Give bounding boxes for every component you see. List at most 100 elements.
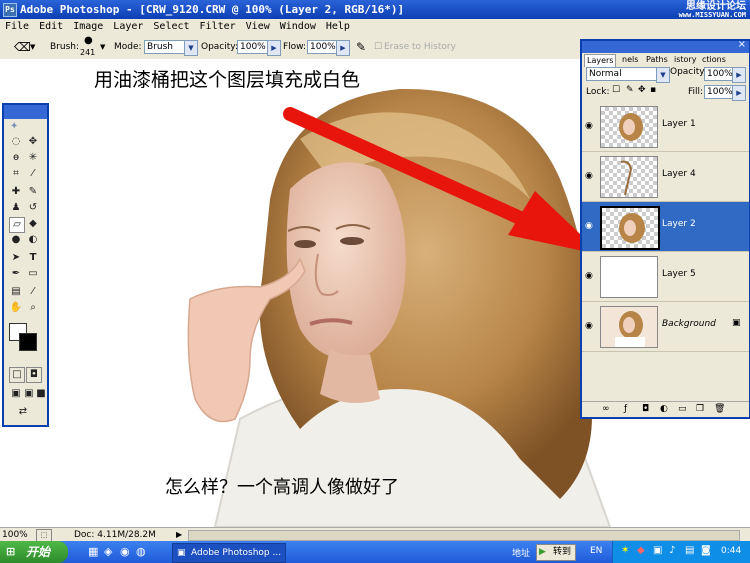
- blur-tool-icon[interactable]: ●: [9, 233, 23, 247]
- tab-layers[interactable]: Layers: [584, 54, 617, 67]
- layer-mask-icon[interactable]: ◘: [642, 402, 649, 416]
- menu-filter[interactable]: Filter: [195, 19, 241, 35]
- lasso-tool-icon[interactable]: ɵ: [9, 151, 23, 165]
- layer-row[interactable]: ◉ Layer 4: [582, 152, 749, 202]
- standard-mode-icon[interactable]: □: [9, 367, 25, 383]
- task-photoshop[interactable]: ▣ Adobe Photoshop ...: [172, 543, 286, 563]
- jump-to-imageready-icon[interactable]: ⇄: [16, 405, 30, 419]
- language-indicator[interactable]: EN: [590, 546, 602, 556]
- layers-panel-header[interactable]: ×: [582, 39, 749, 53]
- hand-tool-icon[interactable]: ✋: [9, 301, 23, 315]
- layer-opacity-input[interactable]: 100%: [704, 67, 734, 81]
- clock[interactable]: 0:44: [721, 546, 741, 556]
- fill-input[interactable]: 100%: [704, 85, 734, 99]
- lock-move-icon[interactable]: ✥: [638, 85, 646, 95]
- opacity-input[interactable]: 100%: [237, 40, 269, 54]
- tab-paths[interactable]: Paths: [644, 54, 670, 66]
- mode-chevron-icon[interactable]: ▼: [184, 40, 198, 56]
- brush-picker-chevron-icon[interactable]: ▼: [100, 35, 105, 59]
- lock-paint-icon[interactable]: ✎: [626, 85, 634, 95]
- tray-icon[interactable]: ✶: [621, 545, 629, 556]
- shape-tool-icon[interactable]: ▭: [26, 267, 40, 281]
- notes-tool-icon[interactable]: ▤: [9, 285, 23, 299]
- visibility-eye-icon[interactable]: ◉: [585, 221, 593, 231]
- opacity-arrow-icon[interactable]: ▶: [267, 40, 281, 56]
- menu-select[interactable]: Select: [148, 19, 194, 35]
- crop-tool-icon[interactable]: ⌗: [9, 167, 23, 181]
- tab-history[interactable]: istory: [672, 54, 698, 66]
- menu-edit[interactable]: Edit: [34, 19, 68, 35]
- eraser-tool-icon[interactable]: ⌫: [14, 35, 31, 59]
- status-arrow-icon[interactable]: ▶: [176, 528, 182, 542]
- move-tool-icon[interactable]: ✥: [26, 135, 40, 149]
- eraser-tool-icon[interactable]: ▱: [9, 217, 25, 233]
- tray-icon[interactable]: ◙: [701, 545, 711, 556]
- quick-mask-icon[interactable]: ◘: [26, 367, 42, 383]
- layer-row[interactable]: ◉ Layer 1: [582, 102, 749, 152]
- menu-file[interactable]: File: [0, 19, 34, 35]
- blend-mode-select[interactable]: Normal: [586, 67, 660, 81]
- new-group-icon[interactable]: ▭: [678, 402, 687, 416]
- lock-all-icon[interactable]: ▪: [650, 85, 656, 95]
- tab-actions[interactable]: ctions: [700, 54, 728, 66]
- show-desktop-icon[interactable]: ▦: [88, 545, 98, 558]
- volume-icon[interactable]: ♪: [669, 545, 675, 556]
- path-select-icon[interactable]: ➤: [9, 251, 23, 265]
- magic-wand-icon[interactable]: ✳: [26, 151, 40, 165]
- zoom-tool-icon[interactable]: ⌕: [26, 301, 40, 315]
- history-brush-icon[interactable]: ↺: [26, 201, 40, 215]
- adjustment-layer-icon[interactable]: ◐: [660, 402, 668, 416]
- visibility-eye-icon[interactable]: ◉: [585, 171, 593, 181]
- screen-mode-standard-icon[interactable]: ▣: [9, 387, 23, 401]
- visibility-eye-icon[interactable]: ◉: [585, 121, 593, 131]
- slice-tool-icon[interactable]: ⁄: [26, 167, 40, 181]
- link-layers-icon[interactable]: ∞: [602, 402, 610, 416]
- airbrush-icon[interactable]: ✎: [356, 35, 366, 59]
- quicklaunch-icon[interactable]: ◍: [136, 545, 146, 558]
- quicklaunch-icon[interactable]: ◉: [120, 545, 130, 558]
- menu-help[interactable]: Help: [321, 19, 355, 35]
- layer-row-selected[interactable]: ◉ Layer 2: [582, 202, 749, 252]
- fill-arrow-icon[interactable]: ▶: [732, 85, 746, 101]
- go-button[interactable]: ▶ 转到: [536, 544, 576, 561]
- clone-stamp-icon[interactable]: ♟: [9, 201, 23, 215]
- layer-row[interactable]: ◉ Background ▣: [582, 302, 749, 352]
- tool-preset-chevron-icon[interactable]: ▼: [30, 35, 35, 59]
- trash-icon[interactable]: 🗑: [714, 402, 725, 416]
- screen-mode-full-icon[interactable]: ■: [34, 387, 48, 401]
- paint-bucket-icon[interactable]: ◆: [26, 217, 40, 231]
- start-button[interactable]: ⊞ 开始: [0, 541, 68, 563]
- mode-select[interactable]: Brush: [144, 40, 188, 54]
- visibility-eye-icon[interactable]: ◉: [585, 271, 593, 281]
- tray-icon[interactable]: ▣: [653, 545, 662, 556]
- tray-icon[interactable]: ◆: [637, 545, 645, 556]
- flow-arrow-icon[interactable]: ▶: [336, 40, 350, 56]
- marquee-tool-icon[interactable]: ◌: [9, 135, 23, 149]
- zoom-level[interactable]: 100%: [2, 528, 28, 542]
- layer-style-icon[interactable]: ƒ: [624, 402, 627, 416]
- close-icon[interactable]: ×: [738, 39, 746, 50]
- lock-transparency-icon[interactable]: ☐: [612, 85, 620, 95]
- menu-view[interactable]: View: [241, 19, 275, 35]
- new-layer-icon[interactable]: ❐: [696, 402, 704, 416]
- healing-brush-icon[interactable]: ✚: [9, 185, 23, 199]
- background-color-swatch[interactable]: [19, 333, 37, 351]
- network-icon[interactable]: ▤: [685, 545, 694, 556]
- flow-input[interactable]: 100%: [307, 40, 339, 54]
- menu-window[interactable]: Window: [275, 19, 321, 35]
- layer-row[interactable]: ◉ Layer 5: [582, 252, 749, 302]
- eyedropper-icon[interactable]: ⁄: [26, 285, 40, 299]
- visibility-eye-icon[interactable]: ◉: [585, 321, 593, 331]
- blend-mode-chevron-icon[interactable]: ▼: [656, 67, 670, 83]
- horizontal-scrollbar[interactable]: [188, 530, 740, 541]
- quicklaunch-icon[interactable]: ◈: [104, 545, 112, 558]
- type-tool-icon[interactable]: T: [26, 251, 40, 265]
- brush-tool-icon[interactable]: ✎: [26, 185, 40, 199]
- tools-panel-header[interactable]: [4, 105, 47, 119]
- menu-layer[interactable]: Layer: [108, 19, 148, 35]
- pen-tool-icon[interactable]: ✒: [9, 267, 23, 281]
- layer-opacity-arrow-icon[interactable]: ▶: [732, 67, 746, 83]
- tab-channels[interactable]: nels: [620, 54, 640, 66]
- erase-history-checkbox[interactable]: ☐: [374, 35, 382, 59]
- dodge-tool-icon[interactable]: ◐: [26, 233, 40, 247]
